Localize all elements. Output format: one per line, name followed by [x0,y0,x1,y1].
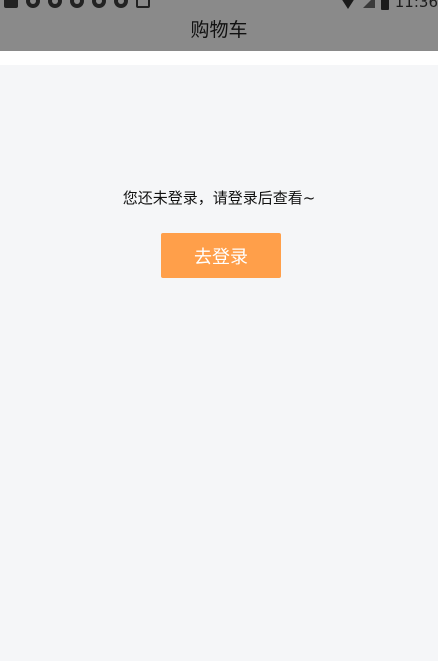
square-icon [4,0,18,8]
notification-icon [114,0,128,8]
status-time: 11:36 [394,0,438,11]
signal-icon [362,0,375,8]
notification-icon [48,0,62,8]
message-icon [136,0,150,8]
header-bar: 购物车 [0,19,438,51]
notification-icon [92,0,106,8]
battery-icon [380,0,389,10]
header-divider [0,51,438,65]
notification-icon [70,0,84,8]
page-title: 购物车 [190,19,248,41]
status-system: 11:36 [338,0,438,11]
wifi-icon [338,0,357,9]
status-notifications [4,0,150,8]
login-button[interactable]: 去登录 [161,233,281,278]
notification-icon [26,0,40,8]
login-required-message: 您还未登录，请登录后查看~ [122,189,316,207]
main-content: 您还未登录，请登录后查看~ 去登录 [0,65,438,661]
